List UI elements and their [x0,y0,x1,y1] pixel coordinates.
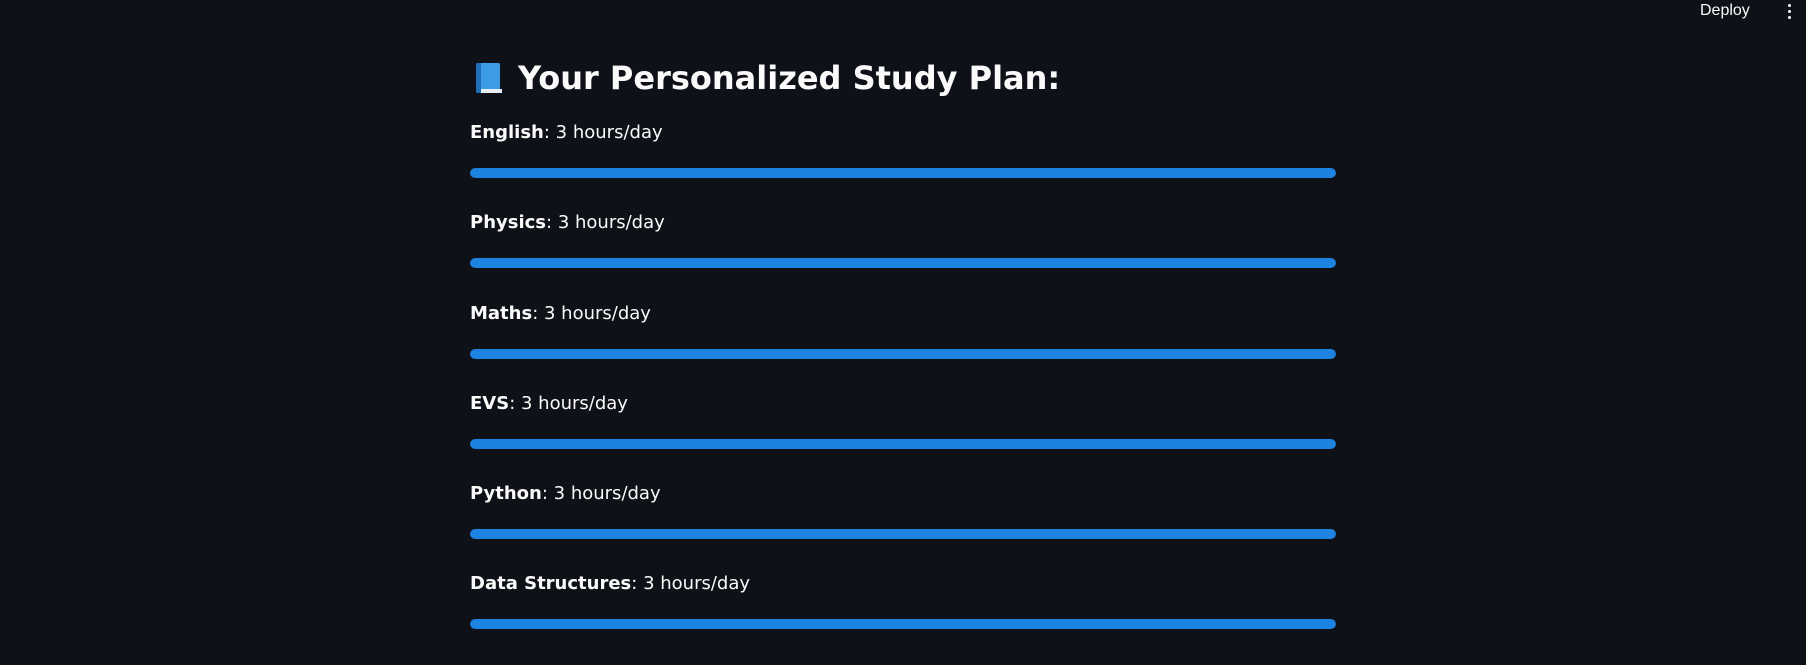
subject-name: Data Structures [470,573,632,594]
subject-separator: : [546,212,558,233]
page-title-text: Your Personalized Study Plan: [518,59,1061,97]
progress-bar [470,619,1336,629]
progress-bar [470,349,1336,359]
subject-name: Python [470,483,542,504]
progress-bar [470,529,1336,539]
subject-hours: 3 hours/day [544,303,651,324]
subject-label: Maths: 3 hours/day [470,303,651,325]
subject-separator: : [509,393,521,414]
deploy-button[interactable]: Deploy [1694,0,1756,22]
subject-hours: 3 hours/day [555,122,663,143]
subject-name: Maths [470,303,533,324]
subject-label: English: 3 hours/day [470,122,663,144]
subject-separator: : [541,483,554,504]
page-title: Your Personalized Study Plan: [476,58,1060,98]
progress-bar-fill [470,349,1336,359]
subject-label: Physics: 3 hours/day [470,212,665,234]
subject-separator: : [543,122,556,143]
subject-hours: 3 hours/day [521,393,628,414]
progress-bar-fill [470,439,1336,449]
subject-label: EVS: 3 hours/day [470,393,628,415]
subject-hours: 3 hours/day [557,212,665,233]
subject-hours: 3 hours/day [553,483,661,504]
subject-name: Physics [470,212,547,233]
more-options-icon[interactable] [1782,0,1796,22]
subject-row-english: English: 3 hours/day [470,122,1336,184]
blue-book-icon [476,63,502,93]
subject-separator: : [631,573,644,594]
subject-label: Python: 3 hours/day [470,483,661,505]
progress-bar [470,168,1336,178]
subject-name: English [470,122,544,143]
subject-row-physics: Physics: 3 hours/day [470,212,1336,274]
subject-row-maths: Maths: 3 hours/day [470,303,1336,365]
subject-separator: : [532,303,544,324]
progress-bar-fill [470,258,1336,268]
subject-label: Data Structures: 3 hours/day [470,573,750,595]
progress-bar-fill [470,529,1336,539]
progress-bar-fill [470,619,1336,629]
subject-row-data-structures: Data Structures: 3 hours/day [470,573,1336,635]
subject-row-python: Python: 3 hours/day [470,483,1336,545]
progress-bar [470,258,1336,268]
app-header: Deploy [0,0,1806,28]
subject-hours: 3 hours/day [643,573,751,594]
subject-name: EVS [470,393,510,414]
progress-bar-fill [470,168,1336,178]
subject-row-evs: EVS: 3 hours/day [470,393,1336,455]
progress-bar [470,439,1336,449]
